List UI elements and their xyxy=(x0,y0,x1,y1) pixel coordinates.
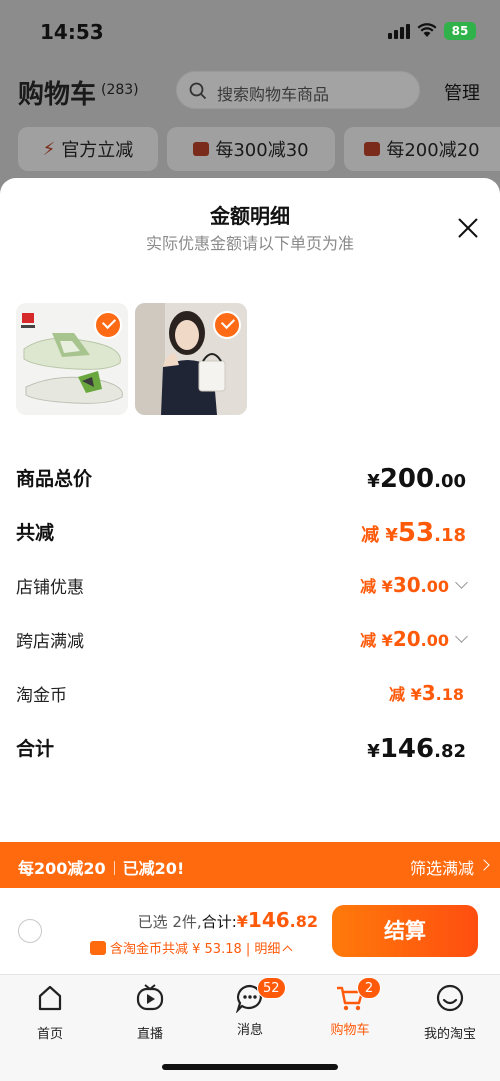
checked-icon xyxy=(94,311,122,339)
row-cross-store[interactable]: 跨店满减 减 ¥20.00 xyxy=(16,627,468,657)
store-icon xyxy=(193,142,210,156)
chip-300-30[interactable]: 每300减30 xyxy=(167,127,335,171)
chevron-down-icon xyxy=(455,576,468,589)
promo-bar[interactable]: 每200减20 已减20! 筛选满减 xyxy=(0,842,500,888)
smile-icon xyxy=(436,984,464,1012)
search-icon xyxy=(189,82,207,100)
tab-my-taobao[interactable]: 我的淘宝 xyxy=(410,983,490,1042)
total-price-value: ¥200.00 xyxy=(367,464,466,494)
chip-200-20[interactable]: 每200减20 xyxy=(344,127,500,171)
wifi-icon xyxy=(417,23,437,37)
checked-icon xyxy=(213,311,241,339)
tab-live[interactable]: 直播 xyxy=(110,983,190,1042)
manage-button[interactable]: 管理 xyxy=(444,79,480,105)
status-bar: 14:53 85 xyxy=(0,0,500,62)
product-thumb-slipper[interactable] xyxy=(16,303,128,415)
row-taojinbi: 淘金币 减 ¥3.18 xyxy=(16,681,464,706)
row-total-price: 商品总价 ¥200.00 xyxy=(16,464,466,494)
row-store-discount[interactable]: 店铺优惠 减 ¥30.00 xyxy=(16,573,468,603)
chevron-down-icon xyxy=(455,630,468,643)
tab-home[interactable]: 首页 xyxy=(10,983,90,1042)
search-placeholder: 搜索购物车商品 xyxy=(217,85,330,104)
chevron-up-icon xyxy=(282,945,293,956)
chip-official-discount[interactable]: ⚡ 官方立减 xyxy=(18,127,158,171)
row-sum: 合计 ¥146.82 xyxy=(16,734,466,764)
cart-count: (283) xyxy=(101,82,139,98)
cart-search-input[interactable]: 搜索购物车商品 xyxy=(176,71,420,109)
close-icon[interactable] xyxy=(456,216,480,240)
filter-discount-link[interactable]: 筛选满减 xyxy=(410,855,474,879)
status-time: 14:53 xyxy=(40,20,104,44)
cross-store-value: 减 ¥20.00 xyxy=(360,627,468,651)
tab-messages[interactable]: 52 消息 xyxy=(210,977,290,1038)
store-icon xyxy=(364,142,381,156)
discount-detail-toggle[interactable]: 含淘金币共减 ¥ 53.18 | 明细 xyxy=(90,938,293,957)
cart-badge: 2 xyxy=(357,977,381,999)
row-total-discount: 共减 减 ¥53.18 xyxy=(16,518,466,548)
tab-cart[interactable]: 2 购物车 xyxy=(310,977,390,1038)
background-page: 14:53 85 购物车 (283) 搜索购物车商品 管理 ⚡ 官方立减 每300… xyxy=(0,0,500,200)
bolt-icon: ⚡ xyxy=(42,138,56,160)
battery-icon: 85 xyxy=(444,22,476,40)
select-all-radio[interactable] xyxy=(18,919,42,943)
signal-icon xyxy=(388,24,410,39)
live-icon xyxy=(136,984,164,1011)
sum-value: ¥146.82 xyxy=(367,734,466,764)
total-discount-value: 减 ¥53.18 xyxy=(361,518,466,548)
selected-summary: 已选 2件,合计:¥146.82 xyxy=(137,908,318,932)
product-thumb-sweater[interactable] xyxy=(135,303,247,415)
home-icon xyxy=(38,985,62,1011)
home-indicator xyxy=(162,1064,338,1070)
chevron-right-icon xyxy=(478,859,490,871)
coin-icon xyxy=(90,941,106,955)
sheet-title: 金额明细 xyxy=(210,204,290,228)
cart-title: 购物车 xyxy=(18,80,97,110)
messages-badge: 52 xyxy=(257,977,286,999)
store-discount-value: 减 ¥30.00 xyxy=(360,573,468,597)
sheet-subtitle: 实际优惠金额请以下单页为准 xyxy=(145,234,354,253)
checkout-button[interactable]: 结算 xyxy=(332,905,478,957)
checkout-bar: 已选 2件,合计:¥146.82 含淘金币共减 ¥ 53.18 | 明细 结算 xyxy=(0,888,500,974)
taojinbi-value: 减 ¥3.18 xyxy=(389,681,464,705)
